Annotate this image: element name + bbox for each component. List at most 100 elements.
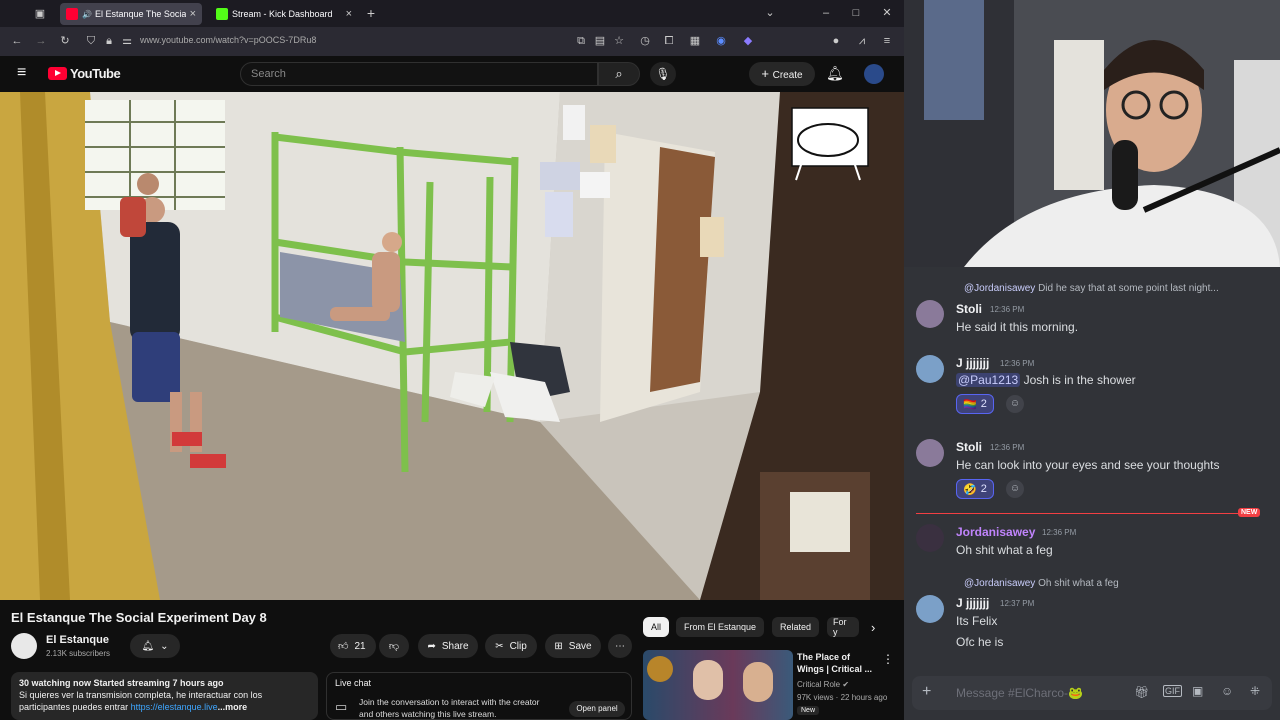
- chip-from-channel[interactable]: From El Estanque: [676, 617, 765, 637]
- channel-name[interactable]: El Estanque: [46, 634, 109, 646]
- avatar[interactable]: [864, 64, 884, 84]
- video-title: El Estanque The Social Experiment Day 8: [11, 610, 267, 625]
- tab-list-icon[interactable]: ▣: [33, 7, 47, 21]
- chip-all[interactable]: All: [643, 617, 670, 637]
- extension-icon[interactable]: ▦: [688, 34, 702, 48]
- search-icon[interactable]: ⌕: [598, 62, 640, 86]
- menu-icon[interactable]: ≡: [880, 34, 894, 48]
- maximize-icon[interactable]: □: [849, 6, 863, 20]
- apps-icon[interactable]: ⁜: [1250, 684, 1260, 698]
- description-link[interactable]: https://elestanque.live: [131, 702, 218, 712]
- channel-avatar[interactable]: [11, 633, 37, 659]
- plus-icon: +: [761, 66, 773, 81]
- new-badge: NEW: [1238, 508, 1261, 517]
- close-tab-icon[interactable]: ×: [342, 8, 352, 20]
- search-input[interactable]: Search: [240, 62, 598, 86]
- username[interactable]: Stoli: [956, 302, 982, 316]
- avatar[interactable]: [916, 355, 944, 383]
- verified-icon: ✔: [842, 680, 850, 689]
- username[interactable]: Stoli: [956, 440, 982, 454]
- avatar[interactable]: [916, 595, 944, 623]
- new-tab-icon[interactable]: +: [364, 6, 378, 20]
- avatar[interactable]: [916, 300, 944, 328]
- save-button[interactable]: ⊞ Save: [545, 634, 601, 658]
- history-icon[interactable]: ◷: [638, 34, 652, 48]
- avatar[interactable]: [916, 439, 944, 467]
- open-panel-button[interactable]: Open panel: [569, 701, 625, 717]
- add-attachment-icon[interactable]: +: [922, 683, 931, 701]
- scissors-icon: ✂: [495, 640, 504, 652]
- chip-for-you[interactable]: For y: [827, 617, 859, 637]
- new-messages-divider: [916, 513, 1256, 514]
- message-text: He said it this morning.: [956, 320, 1079, 334]
- reply-mention[interactable]: @Jordanisawey: [964, 283, 1035, 294]
- chevron-down-icon[interactable]: ⌄: [763, 6, 777, 20]
- extension-icon[interactable]: ◆: [741, 34, 755, 48]
- emoji-icon[interactable]: ☺: [1221, 684, 1233, 698]
- reader-view-icon[interactable]: ▤: [593, 34, 607, 48]
- reply-mention[interactable]: @Jordanisawey: [964, 578, 1035, 589]
- username[interactable]: Jordanisawey: [956, 525, 1035, 539]
- more-link[interactable]: ...more: [218, 702, 248, 712]
- dislike-button[interactable]: 👎︎: [379, 634, 409, 658]
- add-reaction-icon[interactable]: ☺: [1006, 395, 1024, 413]
- like-button[interactable]: 👍︎ 21: [330, 634, 376, 658]
- avatar[interactable]: [916, 524, 944, 552]
- extension-icon[interactable]: ◉: [714, 34, 728, 48]
- gif-icon[interactable]: GIF: [1163, 685, 1182, 697]
- add-reaction-icon[interactable]: ☺: [1006, 480, 1024, 498]
- related-video-title[interactable]: The Place of Wings | Critical ...: [797, 651, 872, 675]
- clip-button[interactable]: ✂ Clip: [485, 634, 537, 658]
- subscribe-bell-button[interactable]: 🔔︎ ⌄: [130, 634, 180, 658]
- share-label: Share: [441, 640, 469, 652]
- critical-role-badge-icon: [647, 656, 673, 682]
- close-tab-icon[interactable]: ×: [186, 8, 196, 20]
- message-input[interactable]: Message #ElCharco-🐸: [956, 686, 1083, 700]
- more-vertical-icon[interactable]: ⋮: [882, 652, 894, 666]
- more-actions-button[interactable]: ⋯: [608, 634, 632, 658]
- microphone-icon[interactable]: 🎙︎: [650, 62, 676, 86]
- tab-kick[interactable]: Stream - Kick Dashboard ×: [210, 3, 358, 25]
- cast-icon[interactable]: ⧉: [574, 34, 588, 48]
- create-button[interactable]: + Create: [749, 62, 815, 86]
- share-button[interactable]: ➦ Share: [418, 634, 478, 658]
- tab-youtube-label: El Estanque The Social Experi: [94, 9, 186, 19]
- close-window-icon[interactable]: ✕: [880, 6, 894, 20]
- forward-icon[interactable]: →: [34, 34, 48, 48]
- url-text[interactable]: www.youtube.com/watch?v=pOOCS-7DRu8: [140, 35, 316, 45]
- bookmark-star-icon[interactable]: ☆: [612, 34, 626, 48]
- related-channel: Critical Role ✔: [797, 680, 849, 689]
- reply-preview: @Jordanisawey Did he say that at some po…: [964, 283, 1264, 294]
- related-video-thumbnail[interactable]: [643, 650, 793, 720]
- sticker-icon[interactable]: ▣: [1192, 684, 1203, 698]
- reaction-button[interactable]: 🤣 2: [956, 479, 994, 499]
- reload-icon[interactable]: ↻: [58, 34, 72, 48]
- lock-icon[interactable]: 🔒︎: [102, 34, 116, 48]
- mention[interactable]: @Pau1213: [956, 373, 1021, 387]
- gift-icon[interactable]: 🎁︎: [1134, 685, 1149, 699]
- account-icon[interactable]: ●: [829, 34, 843, 48]
- reply-text: Did he say that at some point last night…: [1038, 283, 1219, 294]
- shield-icon[interactable]: ⛉: [84, 34, 98, 48]
- permissions-icon[interactable]: ⚌: [120, 34, 134, 48]
- extension-icon[interactable]: ⩘: [855, 34, 869, 48]
- username[interactable]: J jjjjjjj: [956, 596, 989, 610]
- tab-youtube[interactable]: 🔊 El Estanque The Social Experi ×: [60, 3, 202, 25]
- description-box[interactable]: 30 watching now Started streaming 7 hour…: [11, 672, 318, 720]
- hamburger-menu-icon[interactable]: ≡: [17, 65, 26, 81]
- live-chat-box: Live chat ▭ Join the conversation to int…: [326, 672, 632, 720]
- chevron-right-icon[interactable]: ›: [871, 620, 875, 635]
- notifications-bell-icon[interactable]: 🔔︎: [826, 65, 844, 82]
- related-title-line: Wings | Critical ...: [797, 664, 872, 674]
- message-text: @Pau1213 Josh is in the shower: [956, 373, 1136, 387]
- reaction-button[interactable]: 🏳️‍🌈 2: [956, 394, 994, 414]
- extensions-icon[interactable]: ⧠: [662, 34, 676, 48]
- youtube-logo[interactable]: YouTube: [48, 66, 121, 81]
- webcam-frame: [904, 0, 1280, 267]
- related-channel-name: Critical Role: [797, 680, 841, 689]
- chip-related[interactable]: Related: [772, 617, 820, 637]
- minimize-icon[interactable]: –: [819, 6, 833, 20]
- video-player[interactable]: [0, 92, 904, 600]
- back-icon[interactable]: ←: [10, 34, 24, 48]
- username[interactable]: J jjjjjjj: [956, 356, 989, 370]
